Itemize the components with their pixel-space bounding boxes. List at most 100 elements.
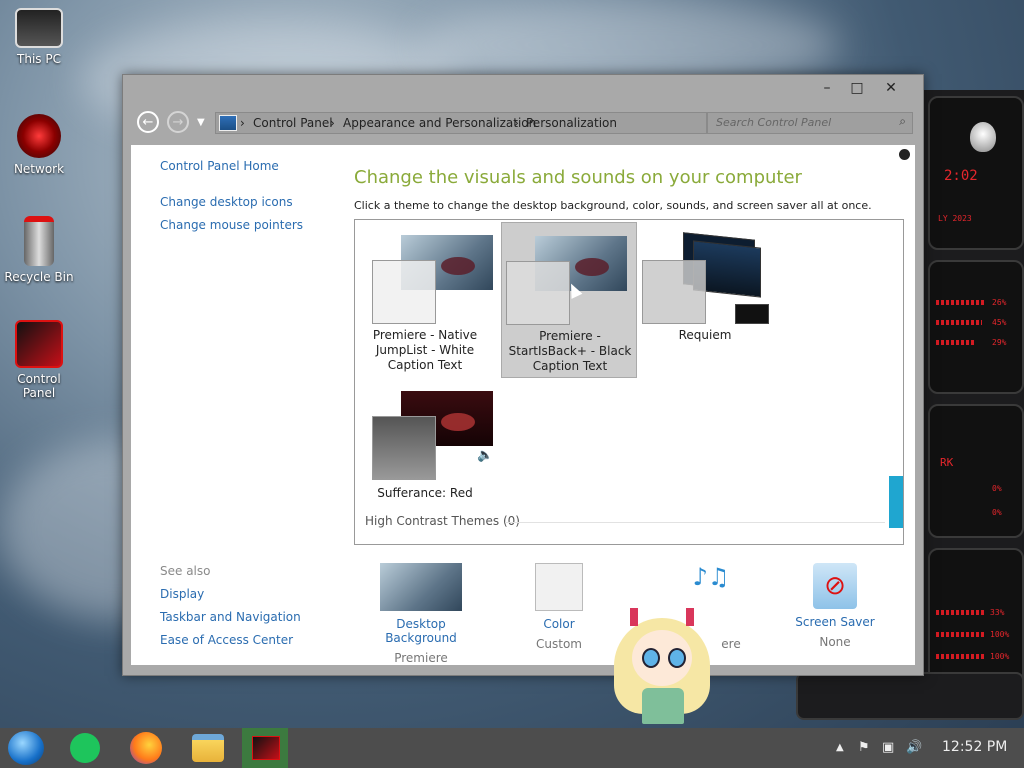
page-title: Change the visuals and sounds on your co… [354, 167, 802, 188]
character-eye [668, 648, 686, 668]
close-button[interactable]: ✕ [879, 79, 903, 97]
theme-color-preview [372, 416, 436, 480]
theme-item[interactable]: Requiem [637, 222, 773, 378]
desktop-background-setting[interactable]: Desktop Background Premiere [361, 563, 481, 665]
theme-color-preview [372, 260, 436, 324]
search-input[interactable]: Search Control Panel ⌕ [707, 112, 913, 134]
display-link[interactable]: Display [160, 587, 204, 601]
widget-bar [936, 632, 986, 637]
firefox-icon[interactable] [130, 732, 162, 764]
scrollbar-thumb[interactable] [889, 476, 903, 528]
breadcrumb-control-panel[interactable]: Control Panel [253, 116, 333, 130]
setting-value: Custom [536, 637, 582, 651]
widget-date: LY 2023 [938, 214, 972, 223]
wallpaper-thumbnail [380, 563, 462, 611]
search-placeholder: Search Control Panel [716, 116, 832, 129]
personalization-window: – □ ✕ ← → ▼ › Control Panel › Appearance… [122, 74, 924, 676]
widget-stats-panel: 26% 45% 29% [928, 260, 1024, 394]
theme-color-preview [506, 261, 570, 325]
breadcrumb-separator: › [330, 116, 335, 130]
control-panel-small-icon [219, 115, 237, 131]
control-panel-icon [15, 320, 63, 368]
music-notes-icon: ♪♫ [692, 563, 730, 591]
widget-clock-panel: 2:02 LY 2023 [928, 96, 1024, 250]
desktop-icon-label: This PC [17, 52, 61, 66]
minimize-button[interactable]: – [815, 79, 839, 97]
desktop-icon-label: Control Panel [17, 372, 61, 400]
content-pane: Control Panel Home Change desktop icons … [131, 145, 915, 665]
theme-name: Sufferance: Red [377, 486, 473, 500]
widget-bar [936, 610, 984, 615]
speaker-icon: 🔈 [477, 448, 494, 463]
theme-item[interactable]: Premiere - Native JumpList - White Capti… [357, 222, 493, 378]
theme-name: Premiere - StartIsBack+ - Black Caption … [508, 329, 632, 373]
action-center-flag-icon[interactable]: ⚑ [858, 740, 870, 755]
maximize-button[interactable]: □ [845, 79, 869, 97]
desktop-icon-label: Network [13, 162, 65, 176]
character-horns [630, 608, 694, 626]
color-swatch [535, 563, 583, 611]
control-panel-icon [252, 736, 280, 760]
desktop-icon-this-pc[interactable]: This PC [4, 8, 74, 66]
recent-locations-chevron-icon[interactable]: ▼ [197, 117, 205, 128]
address-bar[interactable]: › Control Panel › Appearance and Persona… [215, 112, 707, 134]
widget-readout: 29% [992, 338, 1007, 347]
widget-bar [936, 300, 986, 305]
setting-label: Color [543, 617, 575, 631]
tray-chevron-icon[interactable]: ▲ [836, 742, 844, 753]
widget-base [796, 672, 1024, 720]
start-orb-icon[interactable] [8, 731, 44, 765]
control-panel-home-link[interactable]: Control Panel Home [160, 159, 279, 173]
volume-icon[interactable]: 🔊 [906, 740, 922, 755]
setting-label: Screen Saver [795, 615, 875, 629]
widget-bar [936, 320, 982, 325]
widget-readout: 33% [990, 608, 1005, 617]
control-panel-taskbar-button[interactable] [242, 728, 288, 768]
widget-bar [936, 654, 986, 659]
clock[interactable]: 12:52 PM [942, 739, 1007, 755]
back-button[interactable]: ← [137, 111, 159, 133]
setting-value: None [819, 635, 851, 649]
setting-label: Desktop Background [385, 617, 457, 645]
widget-disk-panel: 33% 100% 100% [928, 548, 1024, 688]
change-mouse-pointers-link[interactable]: Change mouse pointers [160, 218, 303, 232]
help-icon[interactable] [899, 149, 910, 160]
computer-icon [15, 8, 63, 48]
character-eye [642, 648, 660, 668]
widget-clock: 2:02 [944, 168, 978, 184]
theme-item-selected[interactable]: Premiere - StartIsBack+ - Black Caption … [501, 222, 637, 378]
file-explorer-icon[interactable] [192, 734, 224, 762]
desktop-icon-label: Recycle Bin [4, 270, 74, 284]
screen-saver-setting[interactable]: ⊘ Screen Saver None [775, 563, 895, 649]
network-icon [17, 114, 61, 158]
recycle-bin-icon [24, 216, 54, 266]
widget-net-panel: RK 0% 0% [928, 404, 1024, 538]
theme-item[interactable]: 🔈 Sufferance: Red [357, 378, 493, 534]
breadcrumb-personalization[interactable]: Personalization [526, 116, 617, 130]
widget-readout: 100% [990, 652, 1010, 661]
taskbar-navigation-link[interactable]: Taskbar and Navigation [160, 610, 301, 624]
theme-name: Requiem [678, 328, 732, 342]
color-setting[interactable]: Color Custom [499, 563, 619, 651]
desktop-icon-control-panel[interactable]: Control Panel [4, 320, 74, 400]
taskbar: ▲ ⚑ ▣ 🔊 12:52 PM [0, 728, 1024, 768]
network-tray-icon[interactable]: ▣ [882, 740, 894, 755]
ease-of-access-link[interactable]: Ease of Access Center [160, 633, 293, 647]
high-contrast-section-label[interactable]: High Contrast Themes (0) [365, 514, 520, 528]
widget-readout: 26% [992, 298, 1007, 307]
widget-readout: 45% [992, 318, 1007, 327]
theme-color-preview [642, 260, 706, 324]
notes-icon[interactable] [70, 733, 100, 763]
desktop-icon-recycle-bin[interactable]: Recycle Bin [4, 216, 74, 284]
breadcrumb-separator: › [514, 116, 519, 130]
desktop-icon-network[interactable]: Network [4, 114, 74, 176]
widget-readout: 100% [990, 630, 1010, 639]
widget-bar [936, 340, 976, 345]
screen-saver-icon: ⊘ [813, 563, 857, 609]
navigation-bar: ← → ▼ › Control Panel › Appearance and P… [133, 109, 913, 137]
forward-button[interactable]: → [167, 111, 189, 133]
breadcrumb-appearance[interactable]: Appearance and Personalization [343, 116, 536, 130]
change-desktop-icons-link[interactable]: Change desktop icons [160, 195, 293, 209]
setting-value: Premiere [394, 651, 448, 665]
section-divider [505, 522, 885, 523]
